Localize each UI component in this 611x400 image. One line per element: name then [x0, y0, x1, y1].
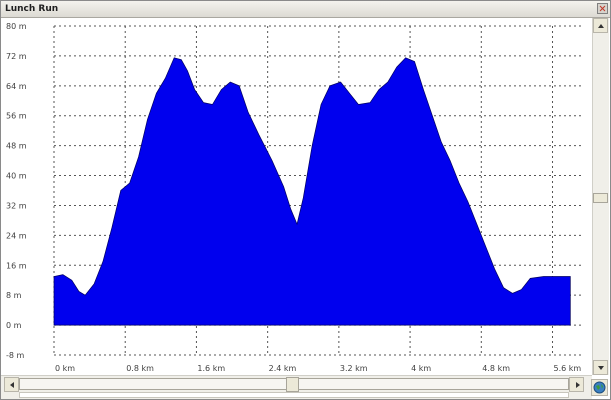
- x-axis-ticks: 0 km 0.8 km 1.6 km 2.4 km 3.2 km 4 km 4.8 km 5.…: [55, 364, 581, 373]
- y-tick-label: 24 m: [6, 231, 27, 240]
- x-tick-label: 0.8 km: [126, 364, 154, 373]
- window-title: Lunch Run: [5, 4, 59, 14]
- x-tick-label: 2.4 km: [269, 364, 297, 373]
- elevation-chart: 80 m 72 m 64 m 56 m 48 m 40 m 32 m 24 m 16 m 8 m 0…: [1, 18, 581, 375]
- vertical-scroll-thumb[interactable]: [593, 193, 608, 203]
- y-tick-label: 16 m: [6, 261, 27, 270]
- elevation-area: [53, 57, 571, 326]
- y-axis-ticks: 80 m 72 m 64 m 56 m 48 m 40 m 32 m 24 m 16 m 8 m 0…: [6, 22, 27, 360]
- y-tick-label: 64 m: [6, 82, 27, 91]
- title-bar[interactable]: Lunch Run: [1, 1, 610, 18]
- x-tick-label: 3.2 km: [340, 364, 368, 373]
- x-tick-label: 4 km: [411, 364, 431, 373]
- scroll-down-button[interactable]: [593, 360, 608, 375]
- y-tick-label: 32 m: [6, 201, 27, 210]
- arrow-down-icon: [598, 366, 604, 370]
- y-tick-label: -8 m: [6, 351, 25, 360]
- scroll-left-button[interactable]: [4, 377, 19, 392]
- y-tick-label: 80 m: [6, 22, 27, 31]
- x-tick-label: 1.6 km: [197, 364, 225, 373]
- zoom-slider-track[interactable]: [19, 392, 569, 398]
- arrow-up-icon: [598, 24, 604, 28]
- y-tick-label: 8 m: [6, 291, 22, 300]
- y-tick-label: 0 m: [6, 321, 22, 330]
- globe-icon[interactable]: [591, 379, 608, 396]
- y-tick-label: 40 m: [6, 172, 27, 181]
- y-tick-label: 56 m: [6, 112, 27, 121]
- scroll-right-button[interactable]: [569, 377, 584, 392]
- close-icon[interactable]: [597, 3, 608, 14]
- x-tick-label: 0 km: [55, 364, 75, 373]
- y-tick-label: 48 m: [6, 142, 27, 151]
- vertical-scrollbar[interactable]: [592, 18, 609, 375]
- y-tick-label: 72 m: [6, 52, 27, 61]
- arrow-left-icon: [10, 382, 14, 388]
- x-tick-label: 5.6 km: [554, 364, 581, 373]
- scroll-up-button[interactable]: [593, 18, 608, 33]
- x-tick-label: 4.8 km: [482, 364, 510, 373]
- arrow-right-icon: [576, 382, 580, 388]
- horizontal-scrollbar-area: [1, 375, 592, 399]
- profile-window: Lunch Run 80 m 72 m 64 m 56 m 48 m 40 m 32 m 24…: [0, 0, 611, 400]
- horizontal-scroll-thumb[interactable]: [286, 377, 299, 392]
